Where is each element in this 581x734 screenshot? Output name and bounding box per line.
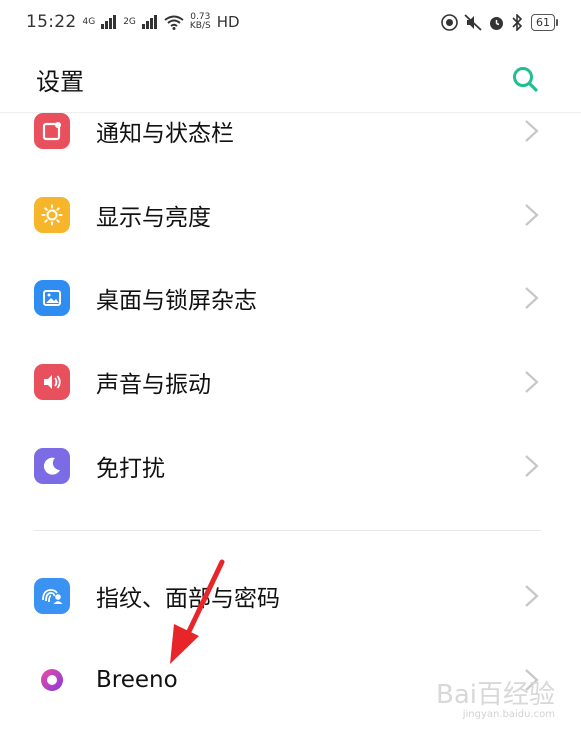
volume-icon	[34, 364, 70, 400]
mute-icon	[464, 13, 482, 31]
list-item-label: 免打扰	[96, 456, 165, 482]
list-item-label: Breeno	[96, 667, 178, 693]
page-title: 设置	[36, 67, 84, 96]
notification-icon	[34, 113, 70, 149]
status-right: 61	[441, 13, 558, 31]
fingerprint-face-icon	[34, 578, 70, 614]
bluetooth-icon	[512, 13, 523, 31]
list-item-fingerprint-face-password[interactable]: 指纹、面部与密码	[0, 566, 581, 626]
status-time: 15:22	[26, 12, 77, 32]
network-speed: 0.73 KB/S	[190, 13, 211, 31]
record-icon	[441, 13, 458, 31]
list-item-label: 声音与振动	[96, 372, 211, 398]
chevron-right-icon	[525, 585, 539, 607]
list-item-label: 显示与亮度	[96, 205, 211, 231]
list-item-notifications[interactable]: 通知与状态栏	[0, 101, 581, 161]
status-bar: 15:22 4G 2G 0.73 KB/S HD 61	[0, 0, 581, 44]
section-divider	[34, 530, 541, 531]
watermark-sub: jingyan.baidu.com	[462, 709, 555, 720]
network-2-label: 2G	[123, 16, 136, 27]
list-item-label: 指纹、面部与密码	[96, 586, 280, 612]
list-item-sound-vibration[interactable]: 声音与振动	[0, 352, 581, 412]
wallpaper-icon	[34, 280, 70, 316]
brightness-icon	[34, 197, 70, 233]
list-item-do-not-disturb[interactable]: 免打扰	[0, 436, 581, 496]
watermark-text: Bai百经验	[436, 680, 555, 710]
chevron-right-icon	[525, 287, 539, 309]
list-item-label: 通知与状态栏	[96, 121, 234, 147]
speed-unit: KB/S	[189, 21, 211, 31]
chevron-right-icon	[525, 371, 539, 393]
watermark: Bai百经验 jingyan.baidu.com	[436, 674, 555, 720]
alarm-icon	[490, 16, 503, 30]
battery-indicator: 61	[531, 13, 558, 31]
chevron-right-icon	[525, 204, 539, 226]
wifi-icon	[164, 15, 184, 30]
list-item-display-brightness[interactable]: 显示与亮度	[0, 185, 581, 245]
signal-icon-2	[141, 15, 157, 29]
hd-label: HD	[216, 13, 240, 31]
page-header: 设置	[0, 50, 581, 108]
chevron-right-icon	[525, 455, 539, 477]
network-1-label: 4G	[82, 16, 96, 27]
signal-icon	[101, 15, 117, 29]
status-left: 15:22 4G 2G 0.73 KB/S HD	[26, 12, 240, 32]
list-item-label: 桌面与锁屏杂志	[96, 288, 257, 314]
breeno-icon	[34, 662, 70, 698]
list-item-desktop-lockscreen[interactable]: 桌面与锁屏杂志	[0, 268, 581, 328]
chevron-right-icon	[525, 120, 539, 142]
moon-icon	[34, 448, 70, 484]
search-icon[interactable]	[511, 65, 539, 93]
